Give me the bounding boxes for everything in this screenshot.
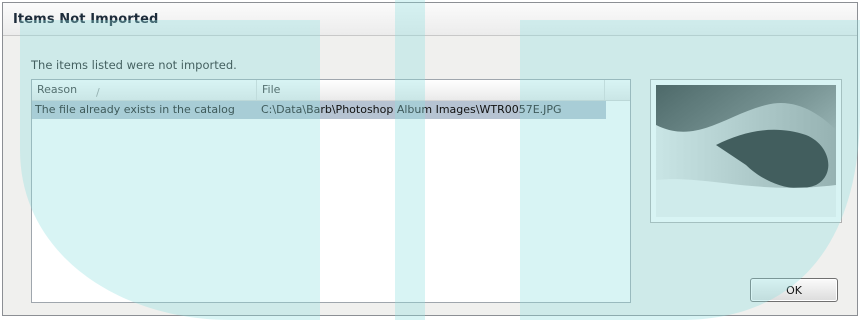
column-header-reason-label: Reason: [37, 83, 78, 96]
not-imported-list[interactable]: Reason / File The file already exists in…: [31, 79, 631, 303]
preview-image: [656, 85, 836, 217]
row-file-cell: C:\Data\Barb\Photoshop Album Images\WTR0…: [261, 103, 562, 116]
table-row[interactable]: The file already exists in the catalog C…: [32, 101, 606, 119]
column-header-reason[interactable]: Reason /: [32, 80, 257, 100]
row-reason-cell: The file already exists in the catalog: [35, 103, 235, 116]
dialog-title: Items Not Imported: [13, 12, 159, 27]
column-header-file-label: File: [262, 83, 281, 96]
dialog-titlebar: Items Not Imported: [3, 3, 857, 36]
list-header: Reason / File: [32, 80, 630, 101]
items-not-imported-dialog: Items Not Imported The items listed were…: [2, 2, 858, 316]
sort-indicator-icon: /: [96, 86, 100, 99]
ok-button[interactable]: OK: [750, 278, 838, 302]
image-preview: [650, 79, 842, 223]
dialog-message: The items listed were not imported.: [31, 58, 237, 72]
column-header-file[interactable]: File: [257, 80, 605, 100]
